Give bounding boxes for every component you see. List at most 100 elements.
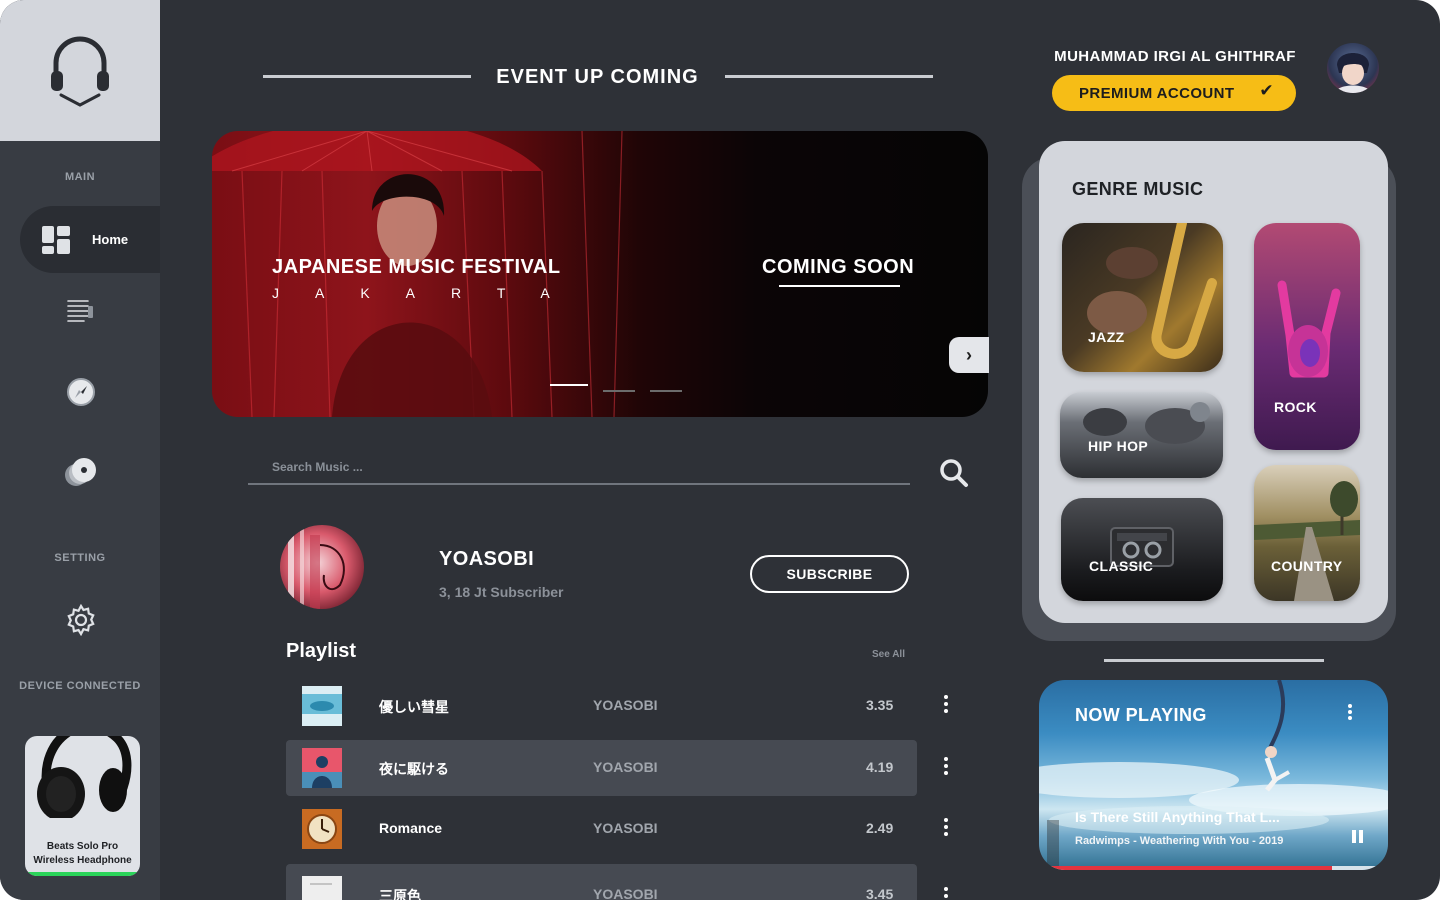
playlist-row[interactable]: Romance YOASOBI 2.49	[286, 801, 948, 857]
track-duration: 3.35	[866, 697, 894, 713]
rock-image	[1277, 280, 1341, 378]
check-icon: ✔	[1259, 81, 1274, 100]
carousel-dot-2[interactable]	[603, 390, 635, 392]
track-duration: 3.45	[866, 886, 894, 900]
user-name: MUHAMMAD IRGI AL GHITHRAF	[1054, 48, 1296, 65]
event-banner[interactable]: JAPANESE MUSIC FESTIVAL JAKARTA COMING S…	[212, 131, 988, 417]
nav-item-playlist[interactable]	[64, 294, 98, 328]
logo[interactable]	[0, 0, 160, 141]
genre-tile-rock[interactable]: ROCK	[1254, 223, 1360, 450]
premium-account-badge[interactable]: PREMIUM ACCOUNT ✔	[1052, 75, 1296, 111]
progress-fill	[1039, 866, 1333, 870]
track-artist: YOASOBI	[593, 697, 658, 713]
jazz-image	[1087, 223, 1217, 359]
more-vertical-icon[interactable]	[1340, 702, 1360, 728]
artist-name: YOASOBI	[439, 548, 535, 570]
event-divider-left	[263, 75, 471, 78]
banner-next-button[interactable]: ›	[949, 337, 989, 373]
playlist-row[interactable]: 夜に駆ける YOASOBI 4.19	[286, 740, 948, 796]
genre-label: ROCK	[1274, 399, 1317, 415]
artist-subscribers: 3, 18 Jt Subscriber	[439, 584, 564, 600]
device-name: Beats Solo Pro Wireless Headphone	[25, 840, 140, 868]
playlist-row[interactable]: 優しい彗星 YOASOBI 3.35	[286, 678, 948, 734]
track-duration: 2.49	[866, 820, 894, 836]
track-artist: YOASOBI	[593, 886, 658, 900]
cassette-icon	[1110, 527, 1174, 567]
more-vertical-icon[interactable]	[936, 815, 956, 843]
sidebar: MAIN Home SETTING DEVICE CONNECTED Beats…	[0, 0, 160, 900]
carousel-dot-3[interactable]	[650, 390, 682, 392]
genre-title: GENRE MUSIC	[1072, 179, 1204, 199]
genre-label: HIP HOP	[1088, 438, 1149, 454]
more-vertical-icon[interactable]	[936, 754, 956, 782]
track-cover	[302, 809, 342, 849]
device-name-line2: Wireless Headphone	[33, 855, 132, 866]
gear-icon	[67, 604, 95, 636]
track-artist: YOASOBI	[593, 759, 658, 775]
track-title: 優しい彗星	[379, 699, 449, 715]
see-all-link[interactable]: See All	[872, 649, 905, 660]
now-playing-card[interactable]: NOW PLAYING Is There Still Anything That…	[1039, 680, 1388, 870]
track-title: Romance	[379, 820, 443, 836]
genre-tile-jazz[interactable]: JAZZ	[1062, 223, 1223, 372]
track-cover	[302, 748, 342, 788]
genre-tile-classic[interactable]: CLASSIC	[1061, 498, 1223, 601]
banner-title: JAPANESE MUSIC FESTIVAL	[272, 256, 561, 278]
hip-hop-image	[1083, 402, 1210, 444]
avatar[interactable]	[1327, 43, 1379, 93]
nav-item-home[interactable]: Home	[20, 206, 160, 273]
track-title: 三原色	[379, 888, 421, 900]
playlist-title: Playlist	[286, 640, 357, 662]
now-playing-meta: Radwimps - Weathering With You - 2019	[1075, 835, 1284, 847]
track-artist: YOASOBI	[593, 820, 658, 836]
app-window: MAIN Home SETTING DEVICE CONNECTED Beats…	[0, 0, 1440, 900]
track-cover	[302, 876, 342, 900]
genre-tile-hip-hop[interactable]: HIP HOP	[1060, 392, 1223, 478]
right-divider	[1104, 659, 1324, 662]
pause-icon[interactable]	[1350, 830, 1366, 846]
dashboard-icon	[42, 225, 70, 254]
search-input[interactable]	[248, 451, 910, 485]
section-label-main: MAIN	[64, 171, 96, 183]
now-playing-title: NOW PLAYING	[1075, 705, 1207, 725]
device-name-line1: Beats Solo Pro	[46, 841, 119, 852]
artist-image	[288, 525, 345, 609]
playlist-icon	[67, 300, 93, 322]
track-cover	[302, 686, 342, 726]
artist-avatar[interactable]	[280, 525, 364, 609]
nav-item-albums[interactable]	[64, 455, 98, 489]
country-image	[1254, 481, 1360, 601]
headphone-image	[37, 736, 132, 818]
track-duration: 4.19	[866, 759, 894, 775]
nav-item-explore[interactable]	[64, 375, 98, 409]
carousel-dot-1[interactable]	[550, 384, 588, 386]
nav-home-label: Home	[92, 232, 129, 247]
premium-label: PREMIUM ACCOUNT	[1079, 84, 1235, 102]
disc-icon	[65, 458, 96, 486]
banner-city: JAKARTA	[272, 285, 586, 301]
chevron-right-icon: ›	[966, 344, 972, 365]
genre-tile-country[interactable]: COUNTRY	[1254, 465, 1360, 601]
more-vertical-icon[interactable]	[936, 884, 956, 900]
subscribe-button[interactable]: SUBSCRIBE	[750, 555, 909, 593]
track-title: 夜に駆ける	[379, 761, 449, 777]
avatar-image	[1335, 53, 1371, 93]
banner-coming-soon: COMING SOON	[762, 256, 915, 278]
device-card[interactable]: Beats Solo Pro Wireless Headphone	[25, 736, 140, 876]
playlist-row[interactable]: 三原色 YOASOBI 3.45	[286, 864, 948, 900]
coming-soon-underline	[779, 285, 900, 287]
nav-item-settings[interactable]	[64, 603, 98, 637]
section-label-setting: SETTING	[54, 552, 106, 564]
event-title: EVENT UP COMING	[496, 66, 699, 88]
compass-icon	[67, 378, 95, 406]
headphones-icon	[51, 36, 109, 107]
genre-label: CLASSIC	[1089, 558, 1154, 574]
now-playing-song: Is There Still Anything That L...	[1075, 809, 1280, 825]
event-divider-right	[725, 75, 933, 78]
more-vertical-icon[interactable]	[936, 692, 956, 720]
genre-label: COUNTRY	[1271, 558, 1343, 574]
device-connected-bar	[25, 872, 140, 876]
search-icon[interactable]	[938, 457, 970, 489]
genre-label: JAZZ	[1088, 329, 1125, 345]
section-label-device: DEVICE CONNECTED	[19, 680, 141, 692]
